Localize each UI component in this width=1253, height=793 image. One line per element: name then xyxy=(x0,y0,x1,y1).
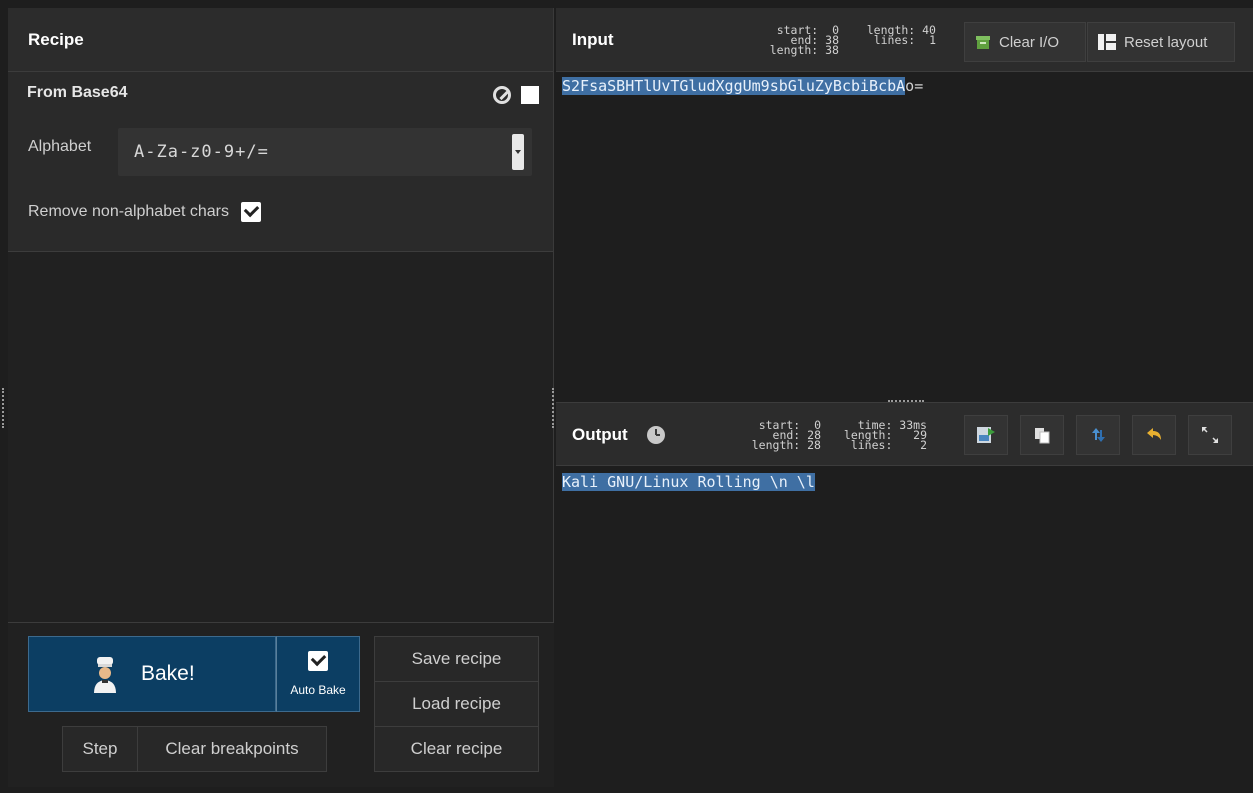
recipe-title: Recipe xyxy=(28,29,84,49)
input-length-stats: length: 40 lines: 1 xyxy=(866,23,936,47)
reset-layout-label: Reset layout xyxy=(1124,33,1208,51)
recipe-pane: Recipe From Base64 Alphabet A-Za-z0-9+/=… xyxy=(2,8,554,787)
undo-output-button[interactable] xyxy=(1132,415,1176,455)
switch-io-icon xyxy=(1092,428,1105,442)
save-to-file-icon xyxy=(977,427,995,443)
input-text-rest: o= xyxy=(905,77,924,95)
input-header: Input start: 0 end: 38 length: 38 length… xyxy=(556,8,1253,72)
input-text-selected: S2FsaSBHTlUvTGludXggUm9sbGluZyBcbiBcbA xyxy=(562,77,906,95)
left-resize-handle[interactable] xyxy=(2,388,4,428)
io-pane: Input start: 0 end: 38 length: 38 length… xyxy=(552,8,1253,787)
switch-io-button[interactable] xyxy=(1076,415,1120,455)
clear-breakpoints-button[interactable]: Clear breakpoints xyxy=(137,726,327,772)
maximise-icon xyxy=(1202,427,1218,443)
input-selection-stats: start: 0 end: 38 length: 38 xyxy=(769,23,839,57)
recipe-controls: Bake! Auto Bake Step Clear breakpoints S… xyxy=(8,622,554,787)
operation-from-base64[interactable]: From Base64 Alphabet A-Za-z0-9+/= Remove… xyxy=(8,72,553,252)
alphabet-value: A-Za-z0-9+/= xyxy=(134,142,269,162)
clear-io-label: Clear I/O xyxy=(999,33,1060,51)
bake-button[interactable]: Bake! xyxy=(28,636,276,712)
clear-io-button[interactable]: Clear I/O xyxy=(964,22,1086,62)
auto-bake-toggle[interactable]: Auto Bake xyxy=(276,636,360,712)
auto-bake-checkbox[interactable] xyxy=(308,651,328,671)
output-title: Output xyxy=(572,425,628,444)
save-recipe-button[interactable]: Save recipe xyxy=(374,636,539,682)
clear-io-icon xyxy=(976,36,990,49)
output-header: Output start: 0 end: 28 length: 28 time:… xyxy=(556,402,1253,466)
input-textarea[interactable]: S2FsaSBHTlUvTGludXggUm9sbGluZyBcbiBcbAo= xyxy=(556,72,1253,400)
recipe-header: Recipe xyxy=(8,8,553,72)
breakpoint-checkbox[interactable] xyxy=(521,86,539,104)
output-text-selected: Kali GNU/Linux Rolling \n \l xyxy=(562,473,815,491)
remove-non-alphabet-option[interactable]: Remove non-alphabet chars xyxy=(28,202,262,222)
input-title: Input xyxy=(572,30,614,49)
output-info-stats: time: 33ms length: 29 lines: 2 xyxy=(843,418,927,452)
disable-icon[interactable] xyxy=(493,86,511,104)
clear-recipe-button[interactable]: Clear recipe xyxy=(374,726,539,772)
alphabet-select[interactable]: A-Za-z0-9+/= xyxy=(118,128,532,176)
maximise-output-button[interactable] xyxy=(1188,415,1232,455)
save-output-button[interactable] xyxy=(964,415,1008,455)
dropdown-arrow-icon[interactable] xyxy=(512,134,524,170)
output-textarea[interactable]: Kali GNU/Linux Rolling \n \l xyxy=(556,466,1253,787)
remove-non-alphabet-label: Remove non-alphabet chars xyxy=(28,203,230,220)
reset-layout-button[interactable]: Reset layout xyxy=(1087,22,1235,62)
reset-layout-icon xyxy=(1098,34,1116,50)
clock-icon xyxy=(647,426,665,444)
operation-controls xyxy=(493,86,539,104)
bake-label: Bake! xyxy=(141,662,195,685)
io-resize-handle[interactable] xyxy=(552,388,554,428)
copy-output-button[interactable] xyxy=(1020,415,1064,455)
alphabet-label: Alphabet xyxy=(28,138,92,155)
operation-title: From Base64 xyxy=(27,84,128,101)
undo-icon xyxy=(1147,428,1161,440)
chef-icon xyxy=(94,657,116,693)
step-button[interactable]: Step xyxy=(62,726,138,772)
copy-icon xyxy=(1035,428,1050,444)
auto-bake-label: Auto Bake xyxy=(290,683,346,697)
output-selection-stats: start: 0 end: 28 length: 28 xyxy=(751,418,821,452)
load-recipe-button[interactable]: Load recipe xyxy=(374,681,539,727)
remove-non-alphabet-checkbox[interactable] xyxy=(241,202,262,222)
